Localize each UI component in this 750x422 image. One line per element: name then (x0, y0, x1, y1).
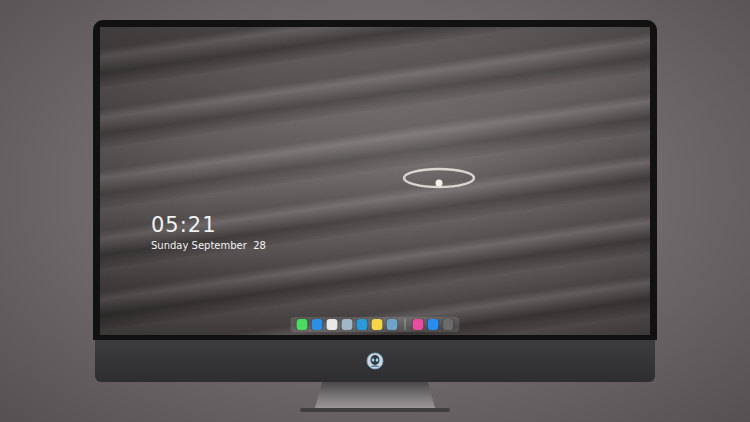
monitor-bezel: 05:21 Sunday September 28 (93, 20, 657, 340)
app-icon[interactable] (387, 319, 398, 330)
app-icon[interactable] (357, 319, 368, 330)
monitor: 05:21 Sunday September 28 (93, 20, 657, 412)
app-icon[interactable] (297, 319, 308, 330)
logo-icon (366, 352, 384, 370)
app-icon[interactable] (342, 319, 353, 330)
clock-time: 05:21 (151, 213, 266, 237)
dock (291, 317, 460, 332)
app-icon[interactable] (312, 319, 323, 330)
wallpaper-shade (100, 27, 650, 335)
app-icon[interactable] (443, 319, 454, 330)
monitor-stand (315, 382, 435, 408)
app-icon[interactable] (372, 319, 383, 330)
ring-icon (402, 164, 476, 190)
monitor-chin (95, 340, 655, 382)
monitor-base (300, 408, 450, 412)
dock-separator (405, 319, 406, 330)
app-icon[interactable] (428, 319, 439, 330)
desktop-wallpaper: 05:21 Sunday September 28 (100, 27, 650, 335)
app-icon[interactable] (413, 319, 424, 330)
app-icon[interactable] (327, 319, 338, 330)
clock-date: Sunday September 28 (151, 239, 266, 252)
clock-widget: 05:21 Sunday September 28 (151, 213, 266, 252)
